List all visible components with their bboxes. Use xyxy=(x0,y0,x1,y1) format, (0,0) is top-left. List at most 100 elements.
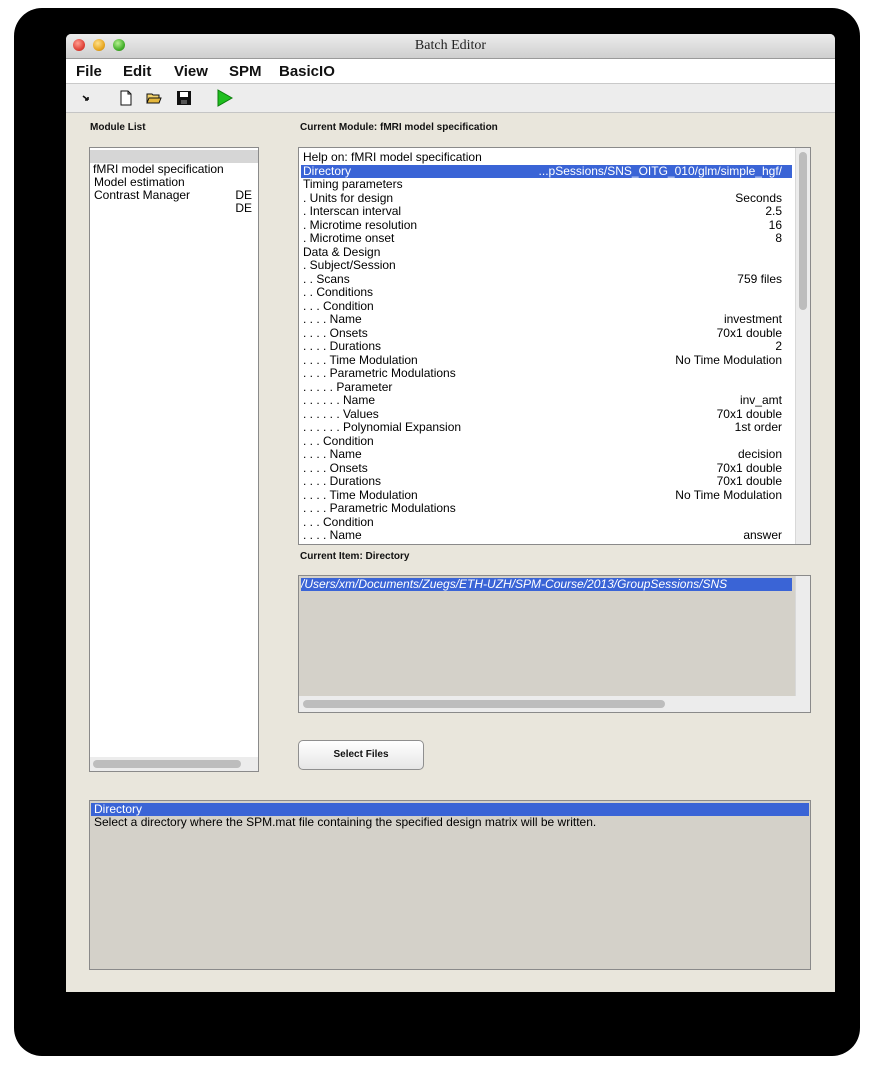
current-module-row[interactable]: Help on: fMRI model specification xyxy=(303,151,792,164)
row-key: . . . . Name xyxy=(303,447,362,461)
current-module-row[interactable]: . . . . . . Values 70x1 double xyxy=(303,406,792,421)
module-item[interactable]: Contrast Manager DE xyxy=(94,176,254,215)
toolbar xyxy=(66,84,835,113)
row-value: 70x1 double xyxy=(716,406,782,421)
module-list-horizontal-scrollbar[interactable] xyxy=(90,757,258,771)
row-value: decision xyxy=(737,447,782,461)
current-module-vertical-scrollbar[interactable] xyxy=(795,148,810,544)
row-value: answer xyxy=(743,528,782,542)
arrow-icon[interactable] xyxy=(78,90,94,106)
row-key: . . . . Durations xyxy=(303,339,382,353)
open-folder-icon[interactable] xyxy=(146,90,162,106)
row-key: . . . Condition xyxy=(303,298,374,313)
current-module-row[interactable]: . . . . Time Modulation No Time Modulatio… xyxy=(303,352,792,367)
current-module-row[interactable]: . . . . Name investment xyxy=(303,313,792,326)
current-item-value[interactable]: /Users/xm/Documents/Zuegs/ETH-UZH/SPM-Co… xyxy=(301,578,792,591)
row-value: 70x1 double xyxy=(716,474,782,488)
current-module-list[interactable]: Help on: fMRI model specification Directo… xyxy=(298,147,811,545)
row-key: . . . Condition xyxy=(303,433,374,448)
scrollbar-thumb[interactable] xyxy=(799,152,807,310)
batch-editor-window: Batch Editor File Edit View SPM BasicIO … xyxy=(66,34,835,992)
window-title: Batch Editor xyxy=(414,38,487,53)
row-key: Help on: fMRI model specification xyxy=(303,150,482,164)
row-value: No Time Modulation xyxy=(675,352,782,367)
current-module-row[interactable]: . . . . . Parameter xyxy=(303,379,792,394)
menu-view[interactable]: View xyxy=(174,63,208,80)
module-item[interactable]: fMRI model specification xyxy=(90,150,258,176)
scrollbar-thumb[interactable] xyxy=(303,700,665,708)
row-key: . . Conditions xyxy=(303,285,374,299)
current-module-row[interactable]: . . . . Durations 70x1 double xyxy=(303,475,792,488)
row-key: . . . . . . Polynomial Expansion xyxy=(303,420,462,434)
current-item-list[interactable]: /Users/xm/Documents/Zuegs/ETH-UZH/SPM-Co… xyxy=(298,575,811,713)
row-key: . . . Condition xyxy=(303,514,374,529)
row-key: . . . . . . Name xyxy=(303,393,376,407)
row-key: . . . . Parametric Modulations xyxy=(303,501,456,515)
current-module-row[interactable]: . . . . Durations 2 xyxy=(303,340,792,353)
row-value: Seconds xyxy=(735,190,782,205)
current-module-row[interactable]: . . . . Onsets 70x1 double xyxy=(303,460,792,475)
module-item[interactable]: Model estimation DE xyxy=(94,163,254,202)
row-key: . . . . Durations xyxy=(303,474,382,488)
current-item-label: Current Item: Directory xyxy=(300,551,410,562)
current-module-row[interactable]: . . Scans 759 files xyxy=(303,271,792,286)
current-module-row[interactable]: . . . . Onsets 70x1 double xyxy=(303,325,792,340)
current-module-row[interactable]: Data & Design xyxy=(303,245,792,259)
select-files-button[interactable]: Select Files xyxy=(298,740,424,770)
row-key: . . . . . . Values xyxy=(303,406,379,421)
module-item-status: DE xyxy=(235,201,252,215)
row-key: . . . . Onsets xyxy=(303,460,368,475)
current-module-row[interactable]: . . . Condition xyxy=(303,433,792,448)
row-key: Timing parameters xyxy=(303,177,403,191)
row-key: . Microtime onset xyxy=(303,231,395,245)
save-icon[interactable] xyxy=(176,90,192,106)
help-text: Select a directory where the SPM.mat fil… xyxy=(94,815,597,829)
current-module-row[interactable]: . Interscan interval 2.5 xyxy=(303,205,792,218)
current-module-row[interactable]: . . Conditions xyxy=(303,286,792,299)
current-module-row[interactable]: . . . . Parametric Modulations xyxy=(303,367,792,380)
row-key: . . . . . Parameter xyxy=(303,379,393,394)
current-module-row[interactable]: . . . . Name answer xyxy=(303,529,792,542)
current-module-row[interactable]: Directory ...pSessions/SNS_OITG_010/glm/s… xyxy=(301,163,792,178)
row-key: . . . . Time Modulation xyxy=(303,487,418,502)
row-value: ...pSessions/SNS_OITG_010/glm/simple_hgf… xyxy=(538,163,782,178)
menu-file[interactable]: File xyxy=(76,63,102,80)
row-value: 759 files xyxy=(737,271,782,286)
help-panel: Directory Select a directory where the S… xyxy=(89,800,811,970)
new-file-icon[interactable] xyxy=(118,90,134,106)
row-key: . . . . Name xyxy=(303,312,362,326)
row-value: inv_amt xyxy=(739,393,782,407)
current-module-row[interactable]: . Units for design Seconds xyxy=(303,190,792,205)
current-module-row[interactable]: . . . Condition xyxy=(303,514,792,529)
row-value: No Time Modulation xyxy=(675,487,782,502)
current-module-row[interactable]: . Microtime onset 8 xyxy=(303,232,792,245)
menu-edit[interactable]: Edit xyxy=(123,63,151,80)
run-icon[interactable] xyxy=(216,89,234,107)
current-module-row[interactable]: . . . . . . Name inv_amt xyxy=(303,394,792,407)
row-value: 8 xyxy=(775,231,782,245)
current-module-row[interactable]: . . . Condition xyxy=(303,298,792,313)
current-module-row[interactable]: . . . . Time Modulation No Time Modulatio… xyxy=(303,487,792,502)
current-module-row[interactable]: . Microtime resolution 16 xyxy=(303,217,792,232)
menu-spm[interactable]: SPM xyxy=(229,63,262,80)
current-module-row[interactable]: . . . . Name decision xyxy=(303,448,792,461)
row-key: . Interscan interval xyxy=(303,204,402,218)
row-value: 70x1 double xyxy=(716,325,782,340)
current-item-vertical-scrollbar[interactable] xyxy=(795,576,810,696)
module-list[interactable]: fMRI model specification Model estimatio… xyxy=(89,147,259,772)
current-module-row[interactable]: . . . . Parametric Modulations xyxy=(303,502,792,515)
row-key: . . . . Parametric Modulations xyxy=(303,366,456,380)
current-item-horizontal-scrollbar[interactable] xyxy=(299,696,810,712)
row-key: . Microtime resolution xyxy=(303,217,418,232)
title-bar[interactable]: Batch Editor xyxy=(66,34,835,59)
scrollbar-thumb[interactable] xyxy=(93,760,241,768)
module-item-name: Contrast Manager xyxy=(94,188,191,202)
menu-bar: File Edit View SPM BasicIO xyxy=(66,59,835,84)
row-value: 2.5 xyxy=(765,204,782,218)
row-key: . . Scans xyxy=(303,271,350,286)
current-module-row[interactable]: . Subject/Session xyxy=(303,259,792,272)
row-key: . Units for design xyxy=(303,190,394,205)
current-module-row[interactable]: Timing parameters xyxy=(303,178,792,191)
current-module-row[interactable]: . . . . . . Polynomial Expansion 1st orde… xyxy=(303,421,792,434)
menu-basicio[interactable]: BasicIO xyxy=(279,63,335,80)
